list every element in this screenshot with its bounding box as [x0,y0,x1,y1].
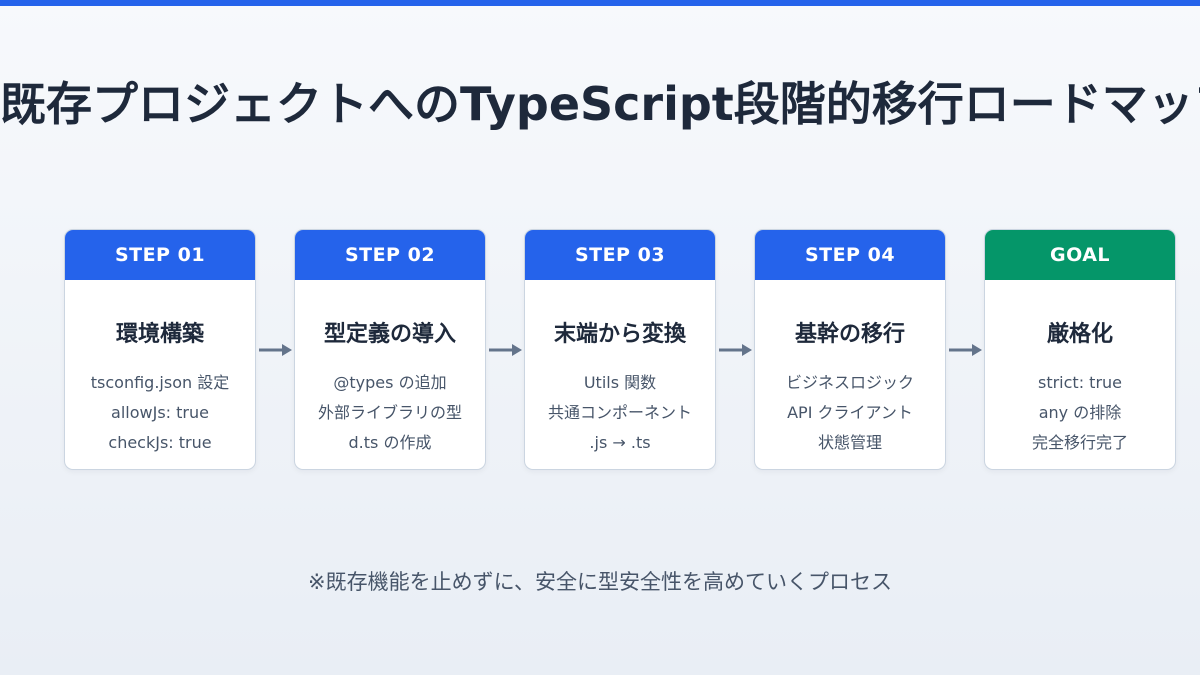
goal-items: strict: true any の排除 完全移行完了 [985,368,1175,458]
top-accent-bar [0,0,1200,6]
step-item: checkJs: true [108,433,212,452]
step-title-02: 型定義の導入 [323,322,456,347]
step-items-02: @types の追加 外部ライブラリの型 d.ts の作成 [295,368,485,458]
step-card-03: STEP 03 末端から変換 Utils 関数 共通コンポーネント .js → … [524,229,716,470]
step-item: 完全移行完了 [1031,433,1128,452]
arrow-right-icon [946,229,984,470]
goal-card: GOAL 厳格化 strict: true any の排除 完全移行完了 [984,229,1176,470]
arrow-right-icon [256,229,294,470]
footnote: ※既存機能を止めずに、安全に型安全性を高めていくプロセス [308,570,892,594]
step-item: strict: true [1037,373,1122,392]
step-title-03: 末端から変換 [553,322,686,347]
step-item: tsconfig.json 設定 [90,373,230,392]
step-items-01: tsconfig.json 設定 allowJs: true checkJs: … [65,368,255,458]
step-card-04: STEP 04 基幹の移行 ビジネスロジック API クライアント 状態管理 [754,229,946,470]
step-item: 外部ライブラリの型 [317,403,462,422]
step-items-03: Utils 関数 共通コンポーネント .js → .ts [525,368,715,458]
step-card-02: STEP 02 型定義の導入 @types の追加 外部ライブラリの型 d.ts… [294,229,486,470]
step-item: API クライアント [787,403,913,422]
step-item: allowJs: true [111,403,209,422]
goal-title: 厳格化 [1046,322,1113,347]
step-item: d.ts の作成 [348,433,432,452]
step-label-01: STEP 01 [65,230,255,280]
arrow-right-icon [486,229,524,470]
step-title-04: 基幹の移行 [794,322,905,347]
step-card-01: STEP 01 環境構築 tsconfig.json 設定 allowJs: t… [64,229,256,470]
step-item: @types の追加 [333,373,447,392]
arrow-right-icon [716,229,754,470]
step-item: any の排除 [1038,403,1122,422]
step-item: 状態管理 [817,433,882,452]
step-label-04: STEP 04 [755,230,945,280]
goal-label: GOAL [985,230,1175,280]
step-item: 共通コンポーネント [547,403,692,422]
roadmap-flow: STEP 01 環境構築 tsconfig.json 設定 allowJs: t… [64,229,1176,470]
step-item: .js → .ts [589,433,651,452]
step-items-04: ビジネスロジック API クライアント 状態管理 [755,368,945,458]
diagram-title: 既存プロジェクトへのTypeScript段階的移行ロードマップ [0,77,1200,131]
step-item: ビジネスロジック [785,373,914,392]
step-item: Utils 関数 [583,373,657,392]
step-label-03: STEP 03 [525,230,715,280]
step-label-02: STEP 02 [295,230,485,280]
step-title-01: 環境構築 [115,322,204,347]
